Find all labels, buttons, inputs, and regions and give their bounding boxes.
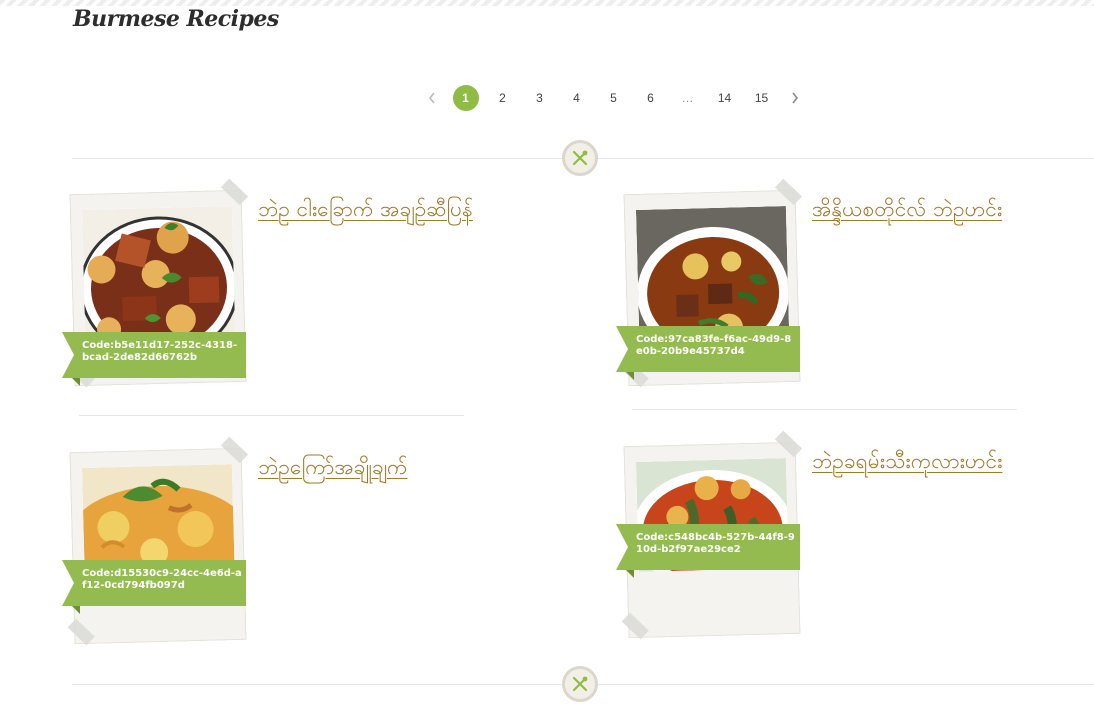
- photo-frame: [69, 447, 247, 645]
- page-3-button[interactable]: 3: [521, 85, 558, 111]
- fork-spoon-icon: [572, 676, 588, 692]
- chevron-left-icon: [428, 92, 435, 104]
- recipe-code: Code:c548bc4b-527b-44f8-910d-b2f97ae29ce…: [636, 532, 795, 555]
- recipe-code-ribbon: Code:d15530c9-24cc-4e6d-af12-0cd794fb097…: [62, 560, 246, 614]
- fork-spoon-badge-top: [562, 140, 598, 176]
- fork-spoon-badge-bottom: [562, 666, 598, 702]
- recipe-code-ribbon: Code:b5e11d17-252c-4318-bcad-2de82d66762…: [62, 332, 246, 386]
- recipe-code-ribbon: Code:97ca83fe-f6ac-49d9-8e0b-20b9e45737d…: [616, 326, 800, 380]
- next-page-button[interactable]: [780, 85, 810, 111]
- prev-page-button[interactable]: [417, 85, 447, 111]
- recipe-photo[interactable]: [81, 464, 235, 568]
- page-15-button[interactable]: 15: [743, 85, 780, 111]
- card-separator: [79, 415, 464, 416]
- recipe-code: Code:d15530c9-24cc-4e6d-af12-0cd794fb097…: [82, 568, 242, 591]
- fork-spoon-icon: [572, 150, 588, 166]
- pagination: 1 2 3 4 5 6 … 14 15: [417, 85, 810, 111]
- chevron-right-icon: [792, 92, 799, 104]
- page-2-button[interactable]: 2: [484, 85, 521, 111]
- recipe-card[interactable]: Code:d15530c9-24cc-4e6d-af12-0cd794fb097…: [62, 447, 512, 680]
- card-separator: [632, 409, 1017, 410]
- page-14-button[interactable]: 14: [706, 85, 743, 111]
- recipe-card[interactable]: Code:c548bc4b-527b-44f8-910d-b2f97ae29ce…: [616, 441, 1066, 674]
- recipe-card[interactable]: Code:97ca83fe-f6ac-49d9-8e0b-20b9e45737d…: [616, 189, 1066, 422]
- page-4-button[interactable]: 4: [558, 85, 595, 111]
- page-6-button[interactable]: 6: [632, 85, 669, 111]
- page-title: Burmese Recipes: [73, 6, 279, 32]
- recipe-title-link[interactable]: အိန္ဒိယစတိုင်လ် ဘဲဥဟင်း: [812, 196, 1002, 227]
- recipe-code: Code:97ca83fe-f6ac-49d9-8e0b-20b9e45737d…: [636, 334, 792, 357]
- recipe-card[interactable]: Code:b5e11d17-252c-4318-bcad-2de82d66762…: [62, 189, 512, 422]
- pagination-ellipsis: …: [681, 91, 694, 105]
- page-1-button[interactable]: 1: [447, 85, 484, 111]
- page-1-label: 1: [452, 85, 479, 111]
- recipe-title-link[interactable]: ဘဲဥကြော်အချိုချက်: [258, 454, 408, 485]
- recipe-title-link[interactable]: ဘဲဥခရမ်းသီးကုလားဟင်း: [812, 448, 1002, 479]
- recipe-title-link[interactable]: ဘဲဥ ငါးခြောက် အချဉ်ဆီပြန်: [258, 196, 473, 227]
- recipe-code-ribbon: Code:c548bc4b-527b-44f8-910d-b2f97ae29ce…: [616, 524, 800, 578]
- page-5-button[interactable]: 5: [595, 85, 632, 111]
- recipe-code: Code:b5e11d17-252c-4318-bcad-2de82d66762…: [82, 340, 238, 363]
